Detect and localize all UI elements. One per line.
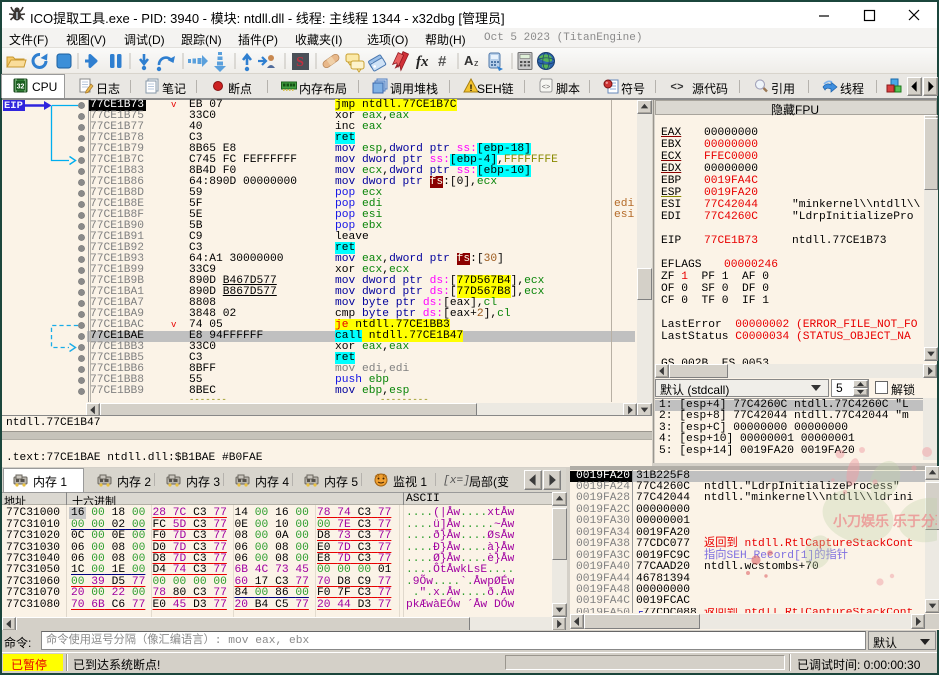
svg-text:32: 32: [17, 84, 25, 91]
svg-text:A: A: [464, 53, 474, 68]
svg-text:#: #: [438, 53, 447, 70]
svg-text:S: S: [296, 55, 304, 70]
svg-text:小刀娱乐 乐于分享: 小刀娱乐 乐于分享: [833, 513, 937, 529]
svg-text:<>: <>: [670, 82, 684, 94]
svg-text:fx: fx: [416, 54, 429, 70]
svg-text:z: z: [474, 58, 479, 68]
svg-text:<>: <>: [542, 84, 550, 92]
svg-text:!: !: [470, 83, 473, 93]
